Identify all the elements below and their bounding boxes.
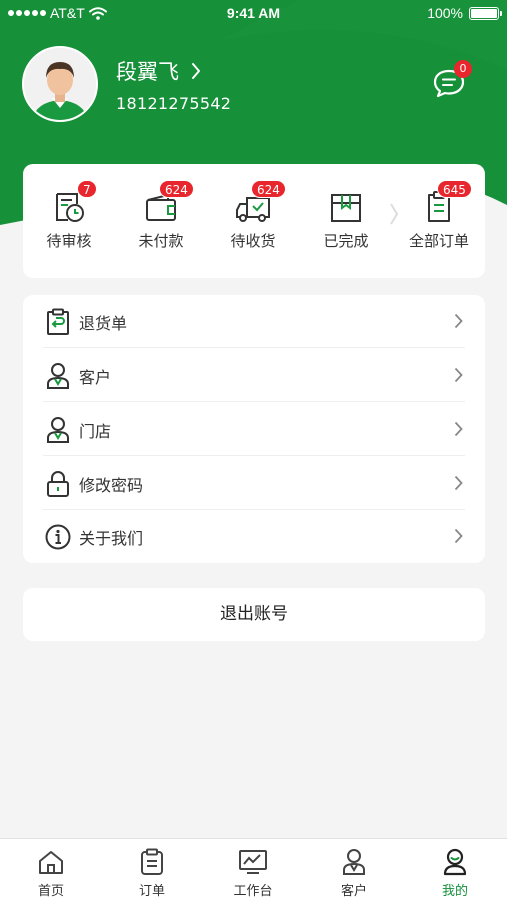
tab-customers[interactable]: 客户 xyxy=(314,847,394,899)
tab-home[interactable]: 首页 xyxy=(11,847,91,899)
order-label: 全部订单 xyxy=(408,232,469,250)
order-label: 未付款 xyxy=(138,232,184,250)
menu-item-customers[interactable]: 客户 xyxy=(23,349,485,402)
tab-workbench[interactable]: 工作台 xyxy=(213,847,293,899)
order-label: 待审核 xyxy=(46,232,92,250)
settings-menu: 退货单 客户 门店 修改密码 关于我们 xyxy=(23,295,485,563)
order-pending-review[interactable]: 待审核 7 xyxy=(29,180,109,251)
tab-label: 订单 xyxy=(138,884,165,899)
chevron-right-icon xyxy=(454,421,463,437)
battery-percent: 100% xyxy=(427,5,463,21)
workbench-icon xyxy=(239,850,267,874)
menu-item-stores[interactable]: 门店 xyxy=(23,403,485,456)
chevron-right-icon xyxy=(454,528,463,544)
menu-item-label: 退货单 xyxy=(79,313,128,333)
order-badge: 624 xyxy=(159,180,194,198)
home-icon xyxy=(39,851,63,874)
tab-me[interactable]: 我的 xyxy=(415,847,495,899)
bottom-tab-bar: 首页 订单 工作台 客户 我的 xyxy=(0,838,507,900)
menu-item-label: 门店 xyxy=(79,421,112,441)
customer-icon xyxy=(47,362,69,389)
tab-label: 我的 xyxy=(441,884,468,899)
info-icon xyxy=(45,524,71,549)
completed-box-icon xyxy=(331,194,361,222)
tab-orders[interactable]: 订单 xyxy=(112,847,192,899)
logout-button[interactable]: 退出账号 xyxy=(23,588,485,641)
order-icon xyxy=(141,848,163,875)
return-clipboard-icon xyxy=(47,308,69,335)
tab-label: 首页 xyxy=(37,884,64,899)
menu-item-returns[interactable]: 退货单 xyxy=(23,295,485,348)
me-icon xyxy=(443,848,467,876)
menu-item-change-password[interactable]: 修改密码 xyxy=(23,457,485,510)
scroll-hint-chevron-icon xyxy=(390,203,399,225)
menu-item-label: 客户 xyxy=(79,367,112,387)
store-person-icon xyxy=(47,416,69,443)
order-status-card: 待审核 7 未付款 624 待收货 624 已完成 全部订单 645 xyxy=(23,164,485,278)
battery-status: 100% xyxy=(427,5,502,21)
user-name: 段翼飞 xyxy=(116,59,179,84)
order-label: 待收货 xyxy=(230,232,276,250)
lock-icon xyxy=(47,470,69,497)
chevron-right-icon xyxy=(454,475,463,491)
profile-header[interactable]: 段翼飞 18121275542 xyxy=(22,46,231,122)
user-phone: 18121275542 xyxy=(116,93,232,113)
avatar[interactable] xyxy=(22,46,98,122)
order-all[interactable]: 全部订单 645 xyxy=(399,180,479,251)
order-completed[interactable]: 已完成 xyxy=(306,188,386,251)
chevron-right-icon xyxy=(192,62,200,79)
order-label: 已完成 xyxy=(323,232,369,250)
message-count-badge: 0 xyxy=(454,60,472,78)
chevron-right-icon xyxy=(454,313,463,329)
tab-label: 工作台 xyxy=(233,884,273,899)
chevron-right-icon xyxy=(454,367,463,383)
order-awaiting-delivery[interactable]: 待收货 624 xyxy=(213,180,293,251)
order-badge: 624 xyxy=(251,180,286,198)
order-badge: 645 xyxy=(437,180,472,198)
status-bar: AT&T 9:41 AM 100% xyxy=(0,0,507,28)
battery-icon xyxy=(469,6,502,20)
menu-item-about-us[interactable]: 关于我们 xyxy=(23,510,485,563)
order-unpaid[interactable]: 未付款 624 xyxy=(121,180,201,251)
tab-label: 客户 xyxy=(340,884,367,899)
customer-tab-icon xyxy=(343,849,365,875)
menu-item-label: 关于我们 xyxy=(79,528,144,548)
menu-item-label: 修改密码 xyxy=(79,475,144,495)
order-badge: 7 xyxy=(77,180,97,198)
